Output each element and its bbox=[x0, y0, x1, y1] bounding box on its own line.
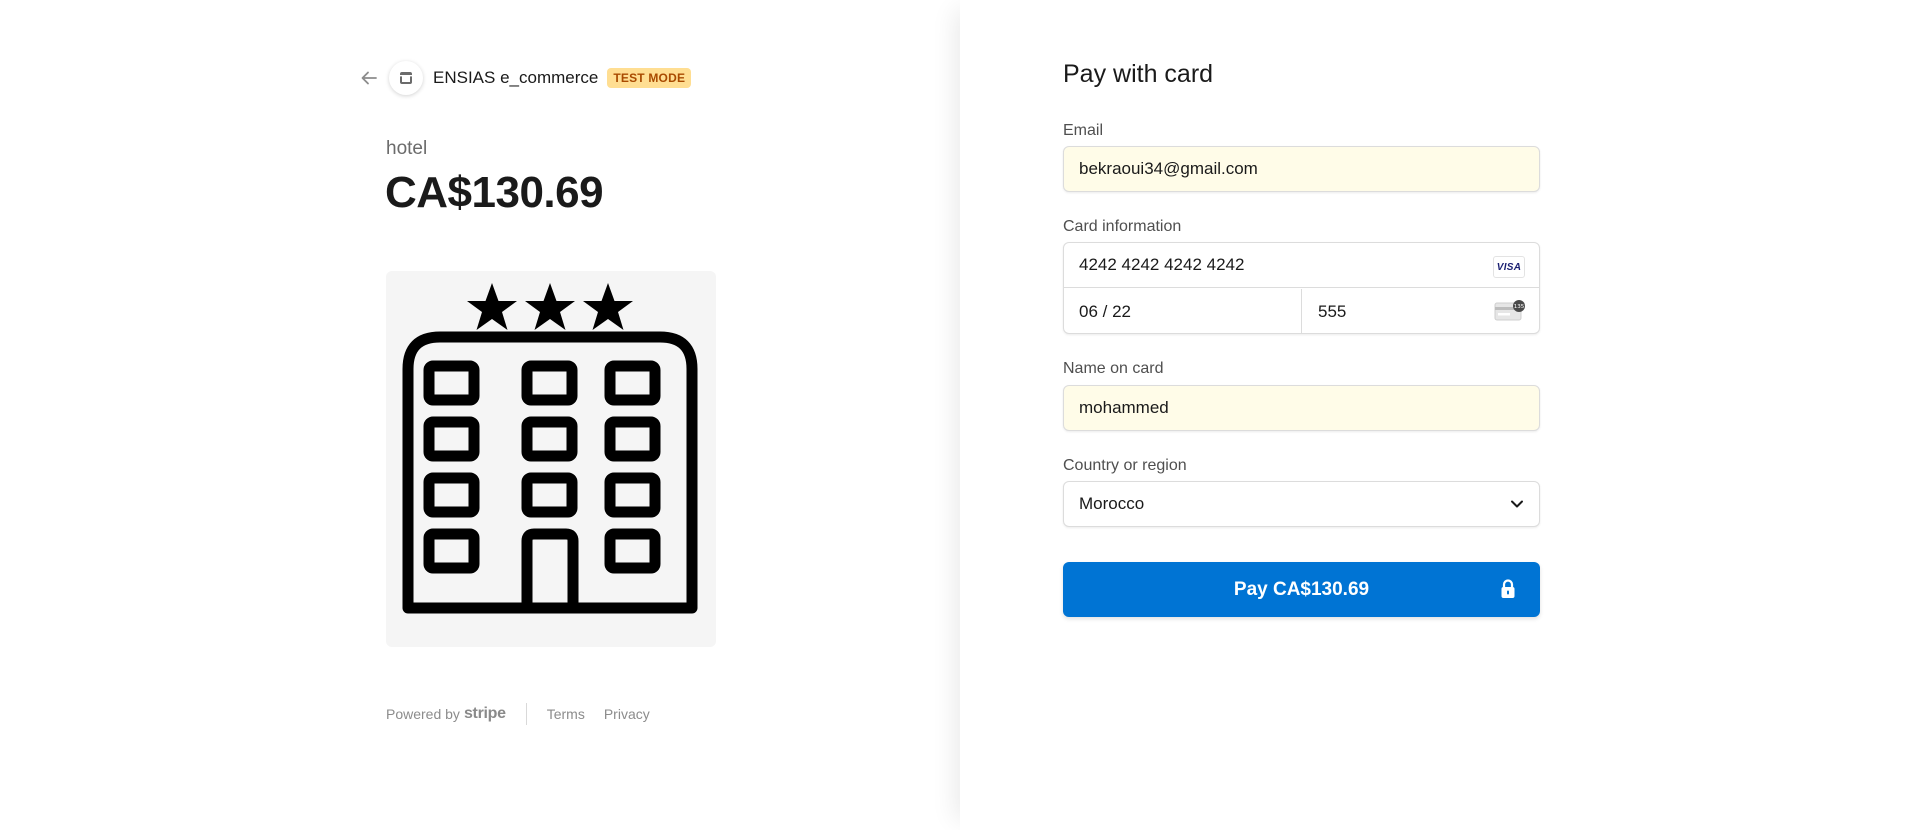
email-label: Email bbox=[1063, 122, 1104, 139]
name-on-card-field[interactable]: mohammed bbox=[1063, 385, 1540, 431]
card-info-label: Card information bbox=[1063, 218, 1182, 235]
country-label: Country or region bbox=[1063, 457, 1187, 474]
footer: Powered by stripe Terms Privacy bbox=[386, 703, 669, 725]
form-title: Pay with card bbox=[1063, 60, 1214, 88]
visa-icon: VISA bbox=[1493, 256, 1525, 278]
product-price: CA$130.69 bbox=[385, 168, 604, 217]
order-summary-pane: ENSIAS e_commerce TEST MODE hotel CA$130… bbox=[0, 0, 960, 830]
chevron-down-icon bbox=[1511, 500, 1523, 508]
store-icon bbox=[389, 61, 423, 95]
merchant-name: ENSIAS e_commerce bbox=[433, 68, 599, 87]
country-select[interactable]: Morocco bbox=[1063, 481, 1540, 527]
terms-link[interactable]: Terms bbox=[547, 706, 585, 722]
privacy-link[interactable]: Privacy bbox=[604, 706, 650, 722]
test-mode-badge: TEST MODE bbox=[607, 68, 692, 88]
card-number-field[interactable]: 4242 4242 4242 4242 VISA bbox=[1064, 243, 1539, 288]
lock-icon bbox=[1501, 579, 1515, 598]
country-value: Morocco bbox=[1079, 494, 1145, 513]
card-number-value: 4242 4242 4242 4242 bbox=[1079, 255, 1245, 274]
card-cvc-field[interactable]: 555 135 bbox=[1303, 289, 1540, 334]
stripe-logo[interactable]: stripe bbox=[464, 705, 506, 723]
card-expiry-value: 06 / 22 bbox=[1079, 301, 1131, 321]
card-cvc-value: 555 bbox=[1318, 301, 1347, 321]
product-image bbox=[386, 271, 716, 647]
card-expiry-field[interactable]: 06 / 22 bbox=[1064, 289, 1302, 334]
powered-by-text: Powered by bbox=[386, 706, 460, 722]
pay-button-label: Pay CA$130.69 bbox=[1233, 578, 1370, 600]
merchant-header: ENSIAS e_commerce TEST MODE bbox=[357, 61, 692, 95]
pay-button[interactable]: Pay CA$130.69 bbox=[1063, 562, 1540, 617]
hotel-building-icon bbox=[402, 283, 698, 614]
cvc-icon-text: 135 bbox=[1514, 304, 1525, 310]
card-info-group: 4242 4242 4242 4242 VISA 06 / 22 555 135 bbox=[1063, 242, 1540, 334]
footer-divider bbox=[525, 703, 527, 725]
product-name: hotel bbox=[386, 138, 428, 159]
email-field[interactable]: bekraoui34@gmail.com bbox=[1063, 146, 1540, 192]
back-arrow-icon[interactable] bbox=[357, 66, 381, 90]
cvc-card-icon: 135 bbox=[1494, 300, 1525, 321]
name-on-card-label: Name on card bbox=[1063, 360, 1164, 377]
